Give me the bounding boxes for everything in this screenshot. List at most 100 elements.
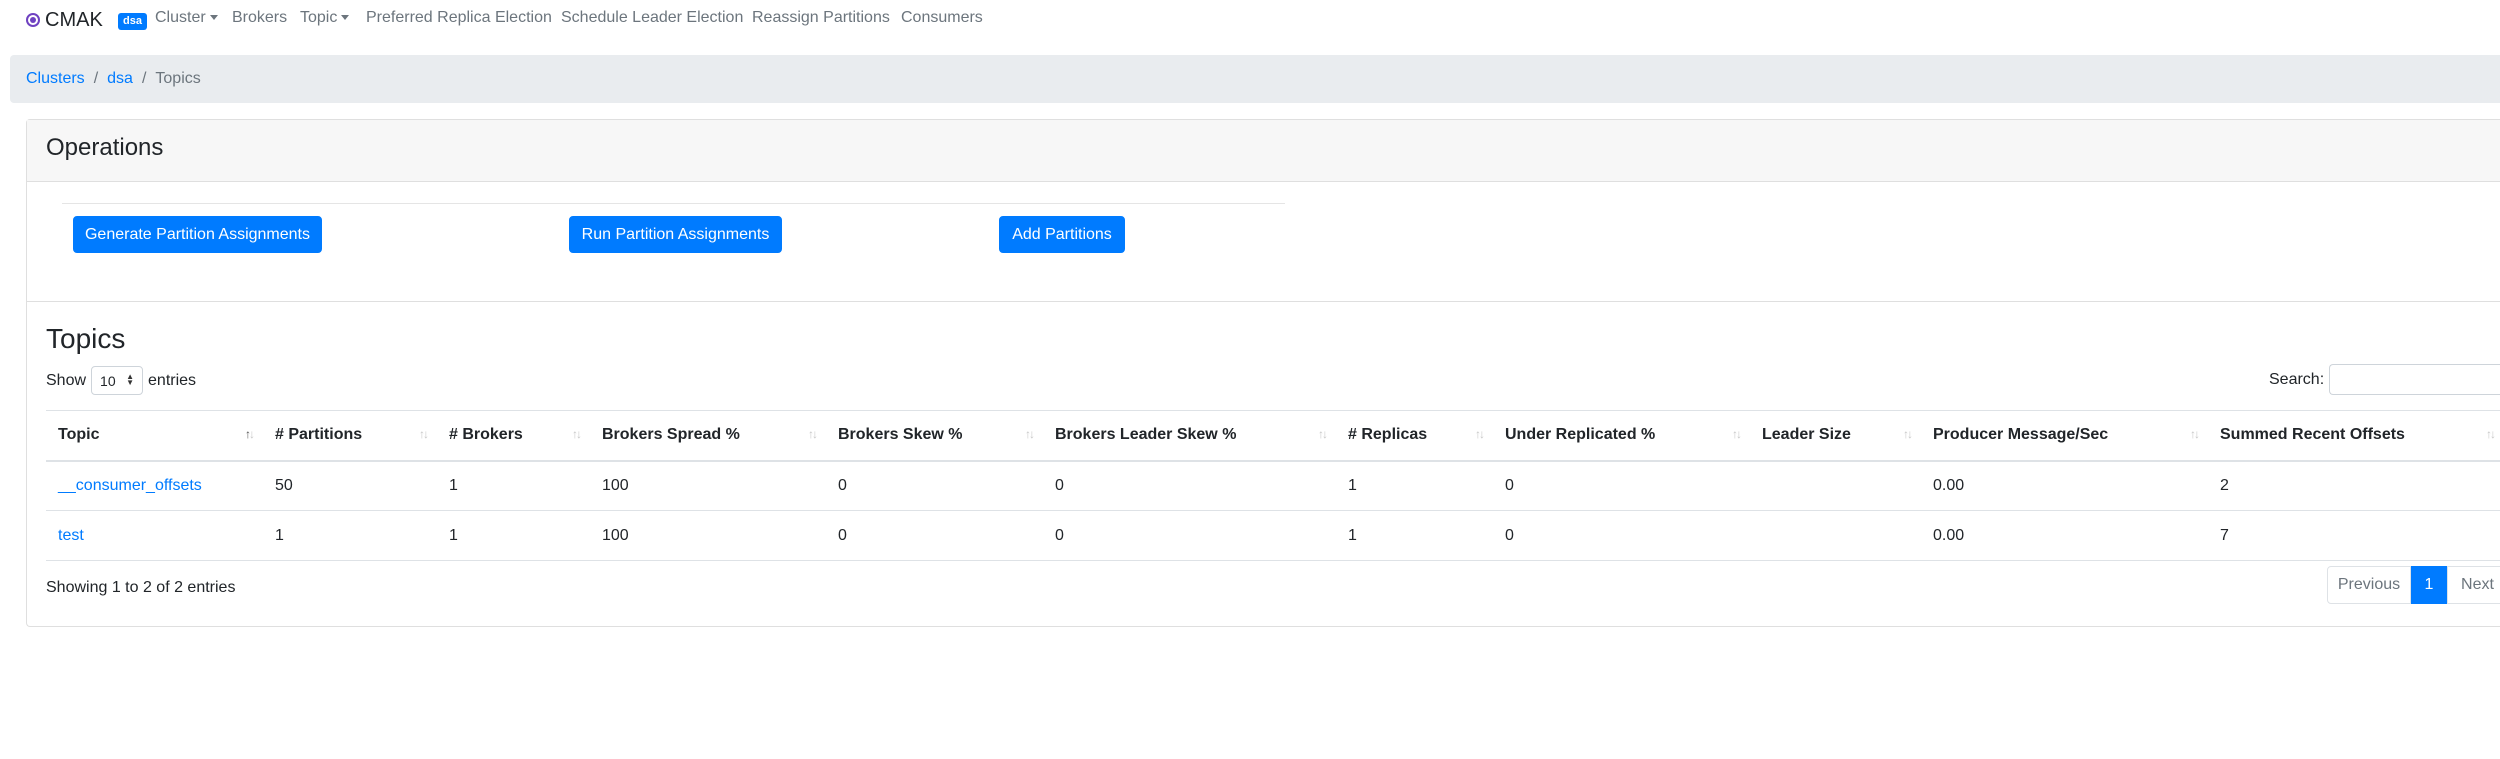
show-label: Show [46, 371, 87, 389]
sort-icon: ↑↓ [1318, 427, 1328, 441]
pagination-next[interactable]: Next [2447, 566, 2500, 604]
column-header-label: Brokers Skew % [838, 426, 963, 444]
nav-topic-dropdown[interactable]: Topic [300, 9, 350, 27]
section-divider [27, 301, 2500, 302]
sort-icon: ↑↓ [1732, 427, 1742, 441]
column-header-topic[interactable]: Topic ↑↓ [46, 410, 263, 462]
column-header-leader-size[interactable]: Leader Size ↑↓ [1750, 410, 1921, 462]
column-header-partitions[interactable]: # Partitions ↑↓ [263, 410, 437, 462]
column-header-label: # Brokers [449, 426, 523, 444]
table-cell [1750, 510, 1921, 561]
table-cell: 0.00 [1921, 460, 2208, 511]
table-cell: 100 [590, 460, 826, 511]
page-length-select[interactable]: 10 ▲ ▼ [91, 366, 144, 395]
topics-table: Topic ↑↓ # Partitions ↑↓ # Brokers ↑↓ Broke… [46, 410, 2500, 561]
pagination-previous[interactable]: Previous [2327, 566, 2411, 604]
topic-cell: __consumer_offsets [46, 460, 263, 511]
cmak-logo-icon [26, 13, 40, 27]
table-cell [1750, 460, 1921, 511]
column-header-under-replicated[interactable]: Under Replicated % ↑↓ [1493, 410, 1750, 462]
select-arrows-icon: ▲ ▼ [126, 372, 135, 387]
sort-icon: ↑↓ [2190, 427, 2200, 441]
column-header-brokers[interactable]: # Brokers ↑↓ [437, 410, 590, 462]
table-cell: 7 [2208, 510, 2500, 561]
operations-title: Operations [46, 134, 164, 161]
table-cell: 1 [1336, 460, 1493, 511]
brand[interactable]: CMAK [26, 6, 103, 34]
table-header-row: Topic ↑↓ # Partitions ↑↓ # Brokers ↑↓ Broke… [46, 410, 2500, 462]
generate-partition-assignments-button[interactable]: Generate Partition Assignments [73, 216, 322, 253]
column-header-label: # Partitions [275, 426, 363, 444]
column-header-replicas[interactable]: # Replicas ↑↓ [1336, 410, 1493, 462]
column-header-brokers-skew[interactable]: Brokers Skew % ↑↓ [826, 410, 1043, 462]
breadcrumb-topics: Topics [155, 70, 201, 87]
sort-icon: ↑↓ [419, 427, 429, 441]
caret-down-icon [209, 15, 218, 21]
table-cell: 1 [437, 460, 590, 511]
topics-card: Operations Generate Partition Assignment… [26, 119, 2500, 627]
run-partition-assignments-button[interactable]: Run Partition Assignments [569, 216, 782, 253]
nav-topic-label: Topic [300, 9, 338, 26]
column-header-label: Topic [58, 426, 100, 444]
table-cell: 2 [2208, 460, 2500, 511]
nav-cluster-label: Cluster [155, 9, 206, 26]
topic-link[interactable]: test [58, 527, 84, 544]
search-label: Search: [2269, 371, 2325, 388]
breadcrumb-separator: / [141, 70, 147, 87]
breadcrumb-cluster-dsa[interactable]: dsa [107, 70, 133, 88]
operations-divider [62, 203, 1285, 204]
sort-icon: ↑↓ [1025, 427, 1035, 441]
table-info: Showing 1 to 2 of 2 entries [46, 579, 236, 596]
sort-icon: ↑↓ [2486, 427, 2496, 441]
table-cell: 0 [1043, 510, 1336, 561]
topic-cell: test [46, 510, 263, 561]
table-cell: 50 [263, 460, 437, 511]
sort-asc-icon: ↑↓ [245, 427, 255, 441]
sort-icon: ↑↓ [572, 427, 582, 441]
nav-brokers[interactable]: Brokers [232, 9, 287, 27]
column-header-summed-recent-offsets[interactable]: Summed Recent Offsets ↑↓ [2208, 410, 2500, 462]
column-header-label: # Replicas [1348, 426, 1428, 444]
page-length-control: Show 10 ▲ ▼ entries [46, 366, 196, 395]
cluster-badge: dsa [118, 13, 147, 30]
operations-header: Operations [27, 120, 2500, 182]
nav-schedule-leader-election[interactable]: Schedule Leader Election [561, 9, 743, 27]
nav-cluster-dropdown[interactable]: Cluster [155, 9, 218, 27]
table-cell: 100 [590, 510, 826, 561]
table-cell: 0.00 [1921, 510, 2208, 561]
sort-icon: ↑↓ [808, 427, 818, 441]
sort-icon: ↑↓ [1475, 427, 1485, 441]
breadcrumb: Clusters / dsa / Topics [10, 55, 2500, 103]
nav-consumers[interactable]: Consumers [901, 9, 983, 27]
column-header-label: Leader Size [1762, 426, 1851, 444]
table-cell: 0 [826, 510, 1043, 561]
top-navbar: CMAK dsa Cluster Brokers Topic Preferred… [0, 0, 2500, 42]
breadcrumb-clusters[interactable]: Clusters [26, 70, 85, 88]
nav-preferred-replica-election[interactable]: Preferred Replica Election [366, 9, 552, 27]
entries-label: entries [148, 371, 197, 389]
add-partitions-button[interactable]: Add Partitions [999, 216, 1125, 253]
table-cell: 1 [263, 510, 437, 561]
table-row: __consumer_offsets 50 1 100 0 0 1 0 0.00… [46, 460, 2500, 511]
column-header-label: Brokers Spread % [602, 426, 740, 444]
topic-link[interactable]: __consumer_offsets [58, 477, 202, 494]
table-cell: 1 [437, 510, 590, 561]
table-row: test 1 1 100 0 0 1 0 0.00 7 [46, 510, 2500, 561]
pagination-page-1[interactable]: 1 [2411, 566, 2447, 604]
page-length-value: 10 [100, 372, 116, 389]
topics-title: Topics [46, 323, 126, 354]
sort-icon: ↑↓ [1903, 427, 1913, 441]
search-input[interactable] [2329, 364, 2500, 395]
table-cell: 1 [1336, 510, 1493, 561]
caret-down-icon [341, 15, 350, 21]
column-header-producer-message-sec[interactable]: Producer Message/Sec ↑↓ [1921, 410, 2208, 462]
column-header-label: Summed Recent Offsets [2220, 426, 2405, 444]
table-cell: 0 [1493, 510, 1750, 561]
nav-reassign-partitions[interactable]: Reassign Partitions [752, 9, 890, 27]
table-cell: 0 [1493, 460, 1750, 511]
column-header-brokers-spread[interactable]: Brokers Spread % ↑↓ [590, 410, 826, 462]
column-header-brokers-leader-skew[interactable]: Brokers Leader Skew % ↑↓ [1043, 410, 1336, 462]
table-cell: 0 [1043, 460, 1336, 511]
column-header-label: Producer Message/Sec [1933, 426, 2109, 444]
column-header-label: Brokers Leader Skew % [1055, 426, 1237, 444]
